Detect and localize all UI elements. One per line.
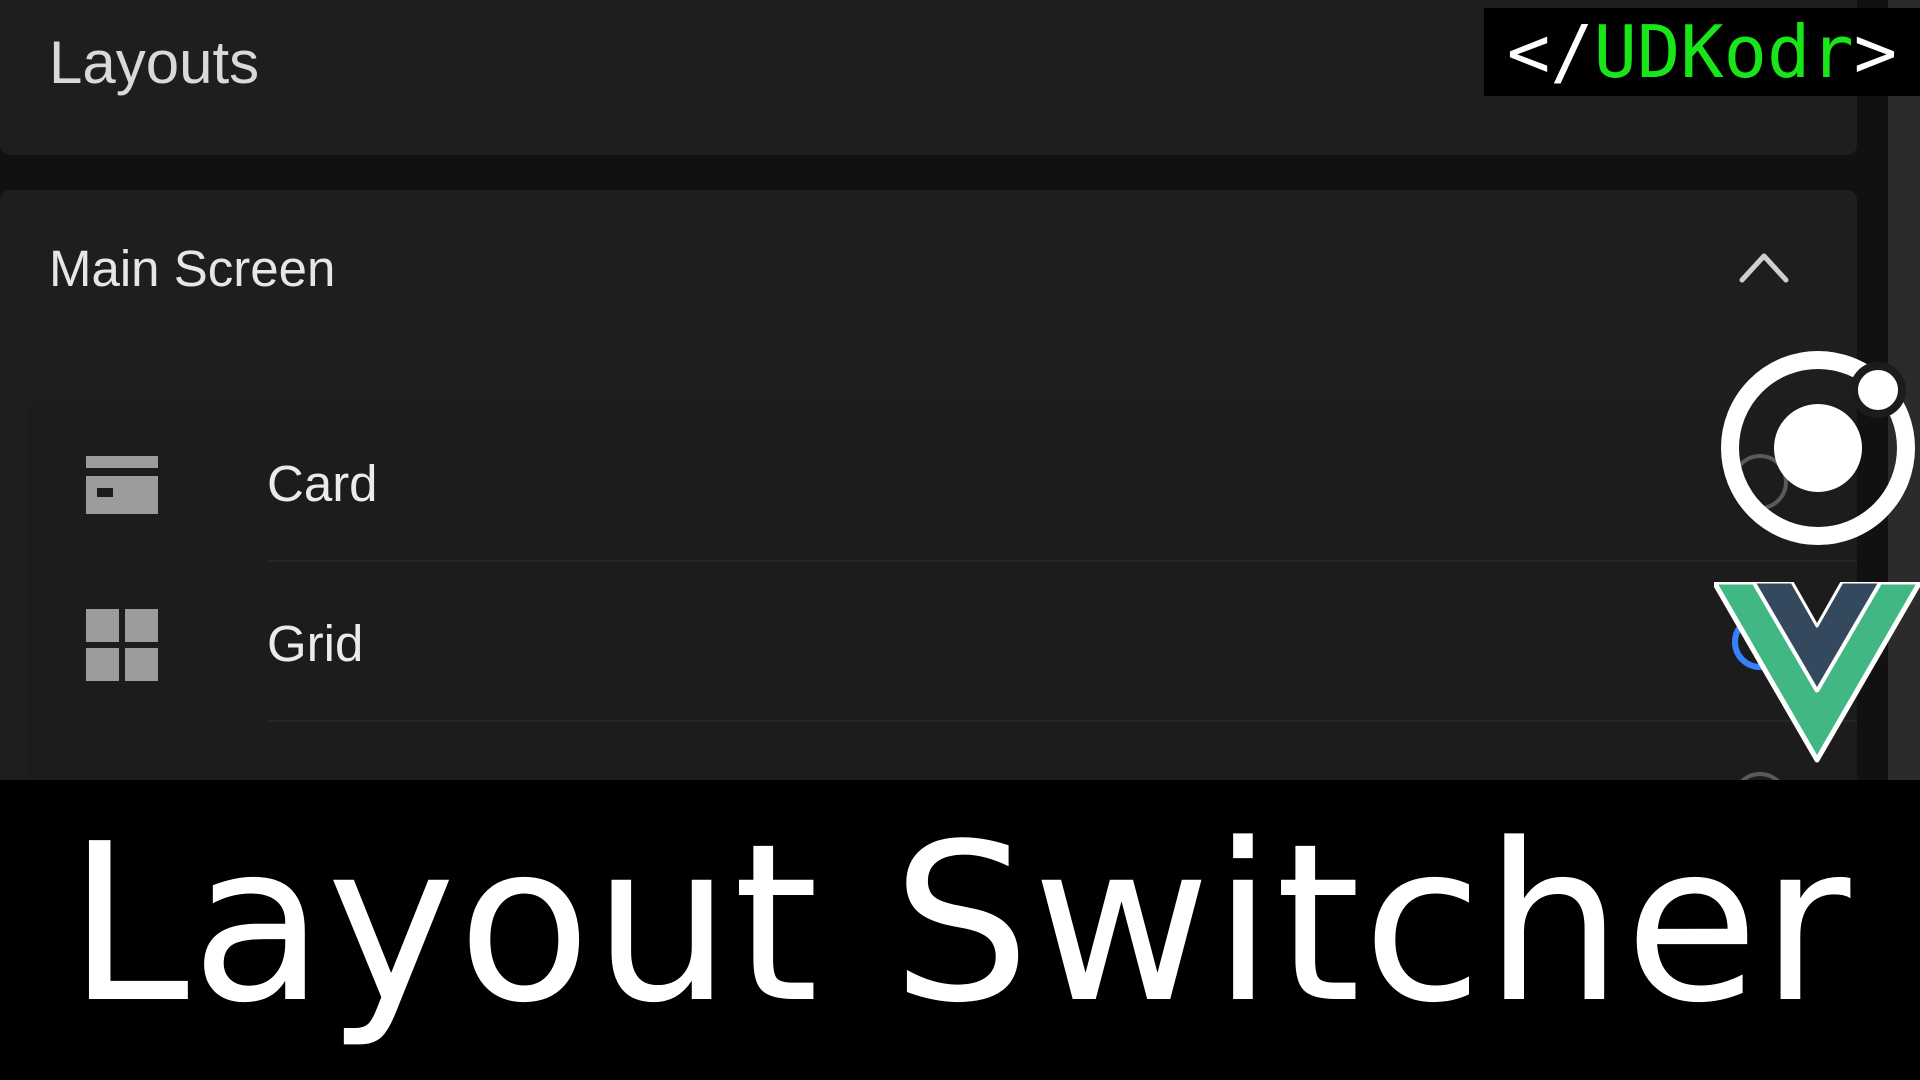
card-icon <box>86 456 158 514</box>
option-row-card[interactable]: Card <box>27 402 1857 562</box>
brand-open-tag: </ <box>1506 10 1594 94</box>
thumbnail-stage: Layouts Main Screen Card Grid Layout Swi… <box>0 0 1920 1080</box>
grid-icon <box>86 609 158 681</box>
brand-name: UDKodr <box>1593 10 1854 94</box>
brand-logo: </UDKodr> <box>1484 8 1920 96</box>
option-label: Card <box>267 455 378 512</box>
banner-title: Layout Switcher <box>67 798 1853 1051</box>
section-title[interactable]: Main Screen <box>49 236 335 302</box>
brand-close-tag: > <box>1853 10 1898 94</box>
vue-logo-icon <box>1714 582 1920 763</box>
option-row-grid[interactable]: Grid <box>27 562 1857 722</box>
chevron-up-icon[interactable] <box>1738 248 1790 284</box>
ionic-logo-icon <box>1721 351 1915 545</box>
option-label: Grid <box>267 615 364 672</box>
page-title: Layouts <box>49 29 260 96</box>
